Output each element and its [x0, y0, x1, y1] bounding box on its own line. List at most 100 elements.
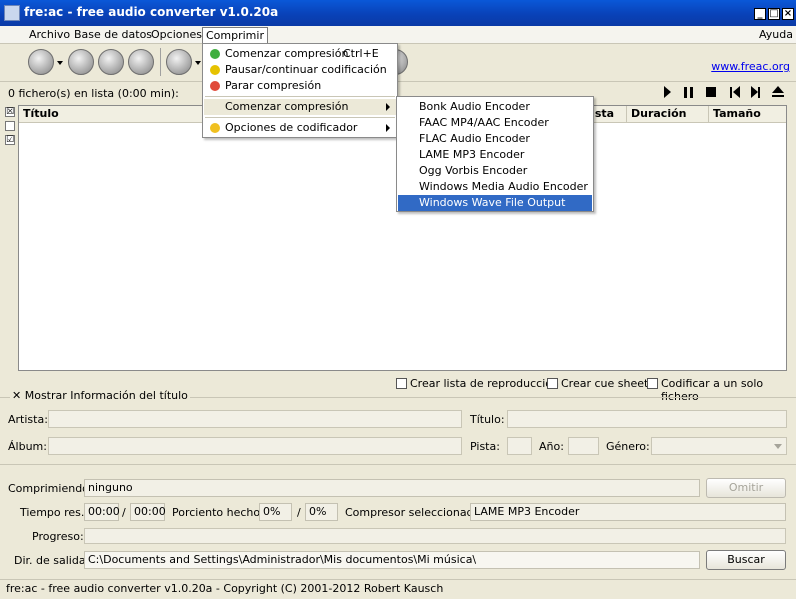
add-files-icon[interactable]: [28, 49, 54, 75]
percent-file-value: 0%: [259, 503, 292, 521]
pause-icon-bar[interactable]: [690, 87, 693, 98]
single-file-label: Codificar a un solo fichero: [661, 377, 764, 403]
time-left-value: 00:00: [84, 503, 120, 521]
cddb-icon[interactable]: [98, 49, 124, 75]
skip-button[interactable]: Omitir: [706, 478, 786, 498]
percent-separator: /: [297, 506, 301, 519]
percent-total-value: 0%: [305, 503, 338, 521]
browse-button[interactable]: Buscar: [706, 550, 786, 570]
encoder-submenu: Bonk Audio Encoder FAAC MP4/AAC Encoder …: [396, 96, 594, 212]
title-label: Título:: [470, 413, 505, 426]
title-info-toggle-label: Mostrar Información del título: [24, 389, 188, 402]
column-size[interactable]: Tamaño: [709, 106, 786, 123]
single-file-checkbox[interactable]: [647, 378, 658, 389]
year-label: Año:: [539, 440, 564, 453]
menu-comprimir[interactable]: Comprimir: [202, 27, 268, 43]
maximize-button[interactable]: □: [768, 8, 780, 20]
file-count: 0 fichero(s) en lista (0:00 min):: [8, 87, 179, 100]
add-dropdown-arrow-icon[interactable]: [57, 61, 63, 65]
percent-label: Porciento hecho:: [172, 506, 264, 519]
menu-start-compression[interactable]: Comenzar compresión Ctrl+E: [204, 46, 396, 62]
menu-ayuda[interactable]: Ayuda: [756, 27, 796, 43]
compressing-value: ninguno: [84, 479, 700, 497]
red-stop-icon: [210, 81, 220, 91]
album-input[interactable]: [48, 437, 462, 455]
progress-bar: [84, 528, 786, 544]
title-bar[interactable]: fre:ac - free audio converter v1.0.20a _…: [0, 0, 796, 26]
minimize-button[interactable]: _: [754, 8, 766, 20]
compressing-label: Comprimiendo:: [8, 482, 93, 495]
genre-select[interactable]: [651, 437, 787, 455]
title-info-toggle[interactable]: ✕ Mostrar Información del título: [10, 389, 190, 402]
select-none-checkbox[interactable]: [5, 121, 15, 131]
menu-shortcut: Ctrl+E: [343, 47, 379, 60]
artist-input[interactable]: [48, 410, 462, 428]
selected-encoder-label: Compresor seleccionado:: [345, 506, 484, 519]
encoder-bonk[interactable]: Bonk Audio Encoder: [398, 99, 592, 115]
playlist-checkbox[interactable]: [396, 378, 407, 389]
menu-archivo[interactable]: Archivo: [26, 27, 73, 43]
status-bar: fre:ac - free audio converter v1.0.20a -…: [0, 579, 796, 599]
playlist-label: Crear lista de reproducción: [410, 377, 559, 390]
album-label: Álbum:: [8, 440, 47, 453]
eject-icon[interactable]: [772, 86, 784, 93]
title-input[interactable]: [507, 410, 787, 428]
cue-sheet-label: Crear cue sheet: [561, 377, 649, 390]
toolbar-separator: [160, 48, 161, 76]
title-info-check-icon: ✕: [12, 389, 22, 402]
previous-icon-bar[interactable]: [730, 87, 732, 98]
time-total-value: 00:00: [130, 503, 166, 521]
select-all-checkbox[interactable]: ☒: [5, 107, 15, 117]
pause-icon[interactable]: [684, 87, 687, 98]
next-icon-bar[interactable]: [758, 87, 760, 98]
close-button[interactable]: ×: [782, 8, 794, 20]
menu-start-compression-submenu[interactable]: Comenzar compresión: [204, 99, 396, 115]
track-label: Pista:: [470, 440, 500, 453]
progress-divider: [0, 464, 796, 465]
menu-separator: [205, 96, 395, 97]
next-icon[interactable]: [751, 86, 758, 98]
toggle-selection-checkbox[interactable]: ☑: [5, 135, 15, 145]
yellow-pause-icon: [210, 65, 220, 75]
output-dir-input[interactable]: C:\Documents and Settings\Administrador\…: [84, 551, 700, 569]
menu-separator-2: [205, 117, 395, 118]
track-input[interactable]: [507, 437, 532, 455]
menu-bar: Archivo Base de datos Opciones Comprimir…: [0, 26, 796, 44]
column-duration[interactable]: Duración: [627, 106, 709, 123]
submenu-arrow-icon: [386, 103, 390, 111]
comprimir-menu: Comenzar compresión Ctrl+E Pausar/contin…: [202, 43, 398, 138]
genre-dropdown-icon: [774, 444, 782, 449]
encoder-vorbis[interactable]: Ogg Vorbis Encoder: [398, 163, 592, 179]
toolbar-divider: [0, 81, 796, 82]
menu-encoder-options[interactable]: Opciones de codificador: [204, 120, 396, 136]
menu-pause-resume[interactable]: Pausar/continuar codificación: [204, 62, 396, 78]
play-icon[interactable]: [664, 86, 671, 98]
website-link[interactable]: www.freac.org: [711, 60, 790, 73]
time-left-label: Tiempo res.:: [20, 506, 89, 519]
window-title: fre:ac - free audio converter v1.0.20a: [24, 5, 279, 19]
remove-icon[interactable]: [68, 49, 94, 75]
time-separator: /: [122, 506, 126, 519]
yellow-gear-icon: [210, 123, 220, 133]
query-icon[interactable]: [166, 49, 192, 75]
green-play-icon: [210, 49, 220, 59]
stop-icon[interactable]: [706, 87, 716, 97]
submenu-arrow-icon: [386, 124, 390, 132]
eject-icon-bar[interactable]: [772, 95, 784, 97]
encoder-wma[interactable]: Windows Media Audio Encoder: [398, 179, 592, 195]
encoder-lame[interactable]: LAME MP3 Encoder: [398, 147, 592, 163]
year-input[interactable]: [568, 437, 599, 455]
previous-icon[interactable]: [733, 86, 740, 98]
trash-icon[interactable]: [128, 49, 154, 75]
encoder-wave[interactable]: Windows Wave File Output: [398, 195, 592, 211]
encoder-flac[interactable]: FLAC Audio Encoder: [398, 131, 592, 147]
menu-base-de-datos[interactable]: Base de datos: [71, 27, 155, 43]
artist-label: Artista:: [8, 413, 48, 426]
progress-label: Progreso:: [32, 530, 84, 543]
cue-sheet-checkbox[interactable]: [547, 378, 558, 389]
menu-opciones[interactable]: Opciones: [148, 27, 205, 43]
query-dropdown-arrow-icon[interactable]: [195, 61, 201, 65]
app-icon[interactable]: [4, 5, 20, 21]
encoder-faac[interactable]: FAAC MP4/AAC Encoder: [398, 115, 592, 131]
menu-stop-compression[interactable]: Parar compresión: [204, 78, 396, 94]
